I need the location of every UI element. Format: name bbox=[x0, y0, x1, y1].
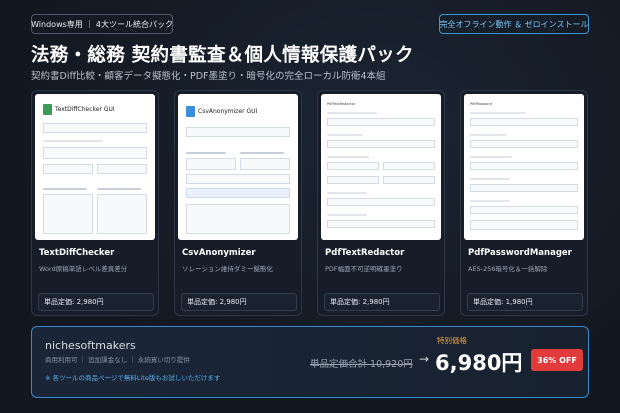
product-desc: PDF幅面不可逆明確墨塗り bbox=[325, 265, 403, 273]
offline-badge: 完全オフライン動作 ＆ ゼロインストール bbox=[439, 14, 589, 34]
product-card-pdfpasswordmanager[interactable]: PdfPassword PdfPasswordManager AES-256暗号… bbox=[460, 90, 588, 316]
lite-version-note[interactable]: ※ 各ツールの商品ページで無料Lite版もお試しいただけます bbox=[45, 372, 220, 382]
arrow-right-icon: → bbox=[419, 352, 430, 366]
product-card-csvanonymizer[interactable]: CsvAnonymizer GUI CsvAnonymizer ソレーション維持… bbox=[174, 90, 302, 316]
product-card-pdftextredactor[interactable]: PdfTextRedactor PdfTextRedactor PDF幅面不可逆… bbox=[317, 90, 445, 316]
original-total-price: 単品定価合計 10,920円 bbox=[310, 359, 413, 370]
discount-badge: 36% OFF bbox=[531, 349, 583, 371]
product-screenshot: TextDiffChecker GUI bbox=[35, 94, 155, 240]
app-icon bbox=[186, 106, 195, 117]
product-price: 単品定価: 1,980円 bbox=[467, 293, 583, 311]
app-icon bbox=[43, 104, 52, 115]
product-price: 単品定価: 2,980円 bbox=[181, 293, 297, 311]
platform-badge: Windows専用 ｜ 4大ツール統合パック bbox=[31, 14, 173, 34]
product-name: CsvAnonymizer bbox=[182, 248, 256, 258]
product-screenshot: PdfPassword bbox=[464, 94, 584, 240]
product-screenshot: CsvAnonymizer GUI bbox=[178, 94, 298, 240]
offer-panel: nichesoftmakers 商用利用可 ｜ 追加課金なし ｜ 永続買い切り提… bbox=[31, 326, 589, 398]
product-name: PdfPasswordManager bbox=[468, 248, 572, 258]
product-screenshot: PdfTextRedactor bbox=[321, 94, 441, 240]
product-desc: Word原稿単語レベル差異差分 bbox=[39, 265, 128, 273]
product-price: 単品定価: 2,980円 bbox=[324, 293, 440, 311]
product-name: PdfTextRedactor bbox=[325, 248, 405, 258]
page-subtitle: 契約書Diff比較・顧客データ擬態化・PDF墨塗り・暗号化の完全ローカル防衛4本… bbox=[31, 71, 386, 82]
window-title: PdfTextRedactor bbox=[327, 102, 356, 106]
shop-name: nichesoftmakers bbox=[45, 339, 136, 352]
shop-terms: 商用利用可 ｜ 追加課金なし ｜ 永続買い切り提供 bbox=[45, 356, 190, 364]
page-title: 法務・総務 契約書監査＆個人情報保護パック bbox=[31, 45, 414, 66]
window-title: TextDiffChecker GUI bbox=[55, 106, 115, 113]
product-name: TextDiffChecker bbox=[39, 248, 115, 258]
product-price: 単品定価: 2,980円 bbox=[38, 293, 154, 311]
product-card-textdiffchecker[interactable]: TextDiffChecker GUI TextDiffChecker Word… bbox=[31, 90, 159, 316]
product-desc: AES-256暗号化＆一括解除 bbox=[468, 265, 548, 273]
product-desc: ソレーション維持ダミー擬態化 bbox=[182, 265, 273, 273]
window-title: PdfPassword bbox=[470, 102, 492, 106]
window-title: CsvAnonymizer GUI bbox=[198, 108, 258, 115]
bundle-price: 6,980円 bbox=[435, 351, 523, 375]
special-price-label: 特別価格 bbox=[437, 336, 467, 345]
